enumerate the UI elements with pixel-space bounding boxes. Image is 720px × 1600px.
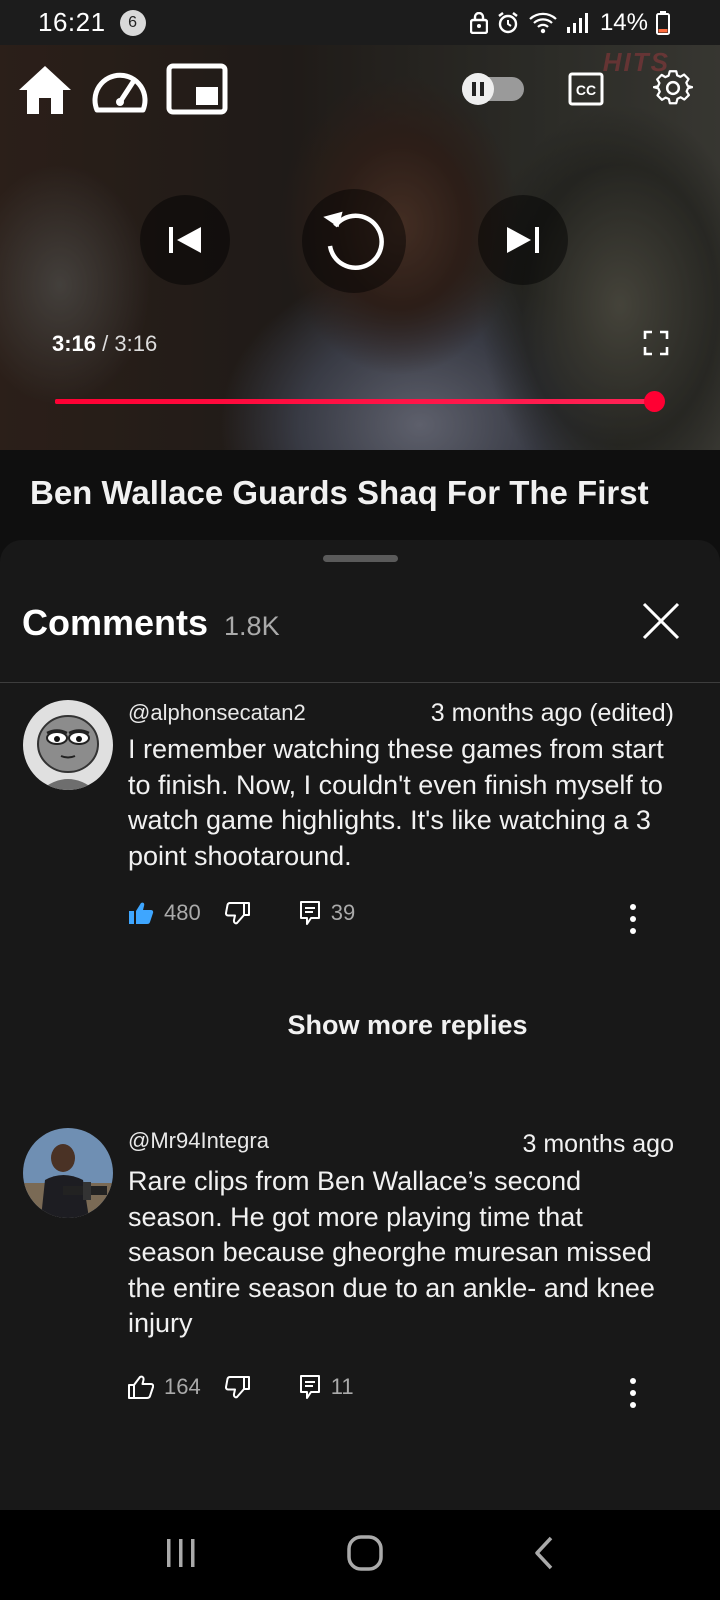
drag-handle[interactable]: [323, 555, 398, 562]
comment-author[interactable]: @Mr94Integra: [128, 1128, 269, 1154]
progress-scrubber[interactable]: [644, 391, 665, 412]
lock-icon: [469, 11, 488, 34]
next-icon: [507, 227, 539, 253]
autoplay-toggle[interactable]: [460, 73, 526, 105]
comment-text: Rare clips from Ben Wallace’s second sea…: [128, 1166, 655, 1338]
status-time: 16:21: [38, 7, 106, 37]
reply-icon: [299, 1375, 320, 1399]
comment-time: 3 months ago: [522, 1130, 675, 1158]
notification-count-badge: 6: [119, 9, 146, 36]
progress-bar[interactable]: [55, 391, 665, 412]
svg-text:CC: CC: [576, 82, 596, 98]
thumbs-up-filled-icon: [129, 902, 154, 924]
thumbs-down-icon: [224, 902, 250, 925]
replay-icon: [323, 211, 384, 271]
miniplayer-icon[interactable]: [166, 61, 228, 117]
previous-icon: [169, 227, 201, 253]
duration: 3:16: [114, 331, 158, 356]
reply-button[interactable]: 11: [299, 1374, 354, 1400]
replay-button[interactable]: [302, 189, 406, 293]
show-more-replies-button[interactable]: Show more replies: [0, 1010, 720, 1041]
close-button[interactable]: [640, 600, 682, 642]
reply-count: 11: [330, 1374, 354, 1399]
recent-apps-button[interactable]: [164, 1537, 198, 1574]
comment-menu-button[interactable]: [628, 1378, 638, 1408]
like-count: 480: [164, 900, 201, 925]
status-bar: 16:21 6 14%: [0, 0, 720, 45]
comment-time: 3 months ago (edited): [430, 699, 674, 727]
wifi-icon: [529, 12, 557, 33]
like-button[interactable]: 164: [128, 1374, 201, 1400]
battery-icon: [656, 10, 670, 35]
speed-icon[interactable]: [90, 63, 150, 119]
video-title-bar: Ben Wallace Guards Shaq For The First: [0, 450, 720, 540]
avatar[interactable]: [23, 700, 113, 790]
battery-percent: 14%: [599, 8, 648, 36]
reply-button[interactable]: 39: [299, 900, 355, 926]
current-time: 3:16: [52, 331, 97, 356]
comments-header: Comments 1.8K: [22, 602, 280, 644]
recent-apps-icon: [167, 1538, 195, 1567]
dislike-button[interactable]: [224, 901, 251, 925]
alarm-icon: [498, 11, 518, 33]
reply-count: 39: [330, 900, 356, 925]
comment-author[interactable]: @alphonsecatan2: [128, 700, 306, 726]
home-icon[interactable]: [16, 61, 74, 119]
video-player[interactable]: HITS CC 3:16 / 3:16: [0, 45, 720, 450]
comment-actions: 480 39: [128, 900, 355, 926]
time-display: 3:16 / 3:16: [52, 331, 157, 357]
system-nav-bar: [0, 1510, 720, 1600]
avatar[interactable]: [23, 1128, 113, 1218]
progress-fill: [55, 399, 654, 404]
comment-menu-button[interactable]: [628, 904, 638, 934]
thumbs-down-icon: [224, 1376, 250, 1399]
close-icon: [642, 602, 680, 640]
status-icons: 14%: [469, 0, 670, 45]
dislike-button[interactable]: [224, 1375, 251, 1399]
divider: [0, 682, 720, 683]
fullscreen-icon[interactable]: [642, 329, 670, 357]
previous-button[interactable]: [140, 195, 230, 285]
thumbs-up-icon: [128, 1375, 154, 1399]
back-icon: [535, 1536, 553, 1569]
video-title[interactable]: Ben Wallace Guards Shaq For The First: [30, 474, 649, 512]
comment-text: I remember watching these games from sta…: [128, 734, 664, 871]
next-button[interactable]: [478, 195, 568, 285]
like-count: 164: [164, 1374, 201, 1399]
comments-count: 1.8K: [224, 611, 280, 641]
signal-icon: [566, 12, 588, 33]
time-separator: /: [102, 331, 109, 356]
home-nav-icon: [347, 1534, 383, 1571]
comments-title: Comments: [22, 602, 209, 643]
home-button[interactable]: [346, 1534, 384, 1577]
settings-icon[interactable]: [652, 67, 694, 109]
comments-panel: Comments 1.8K @alphonsecatan2 3 months a…: [0, 540, 720, 1510]
reply-icon: [299, 901, 320, 925]
like-button[interactable]: 480: [128, 900, 201, 926]
back-button[interactable]: [532, 1535, 556, 1576]
captions-icon[interactable]: CC: [568, 71, 604, 107]
comment-actions: 164 11: [128, 1374, 354, 1400]
